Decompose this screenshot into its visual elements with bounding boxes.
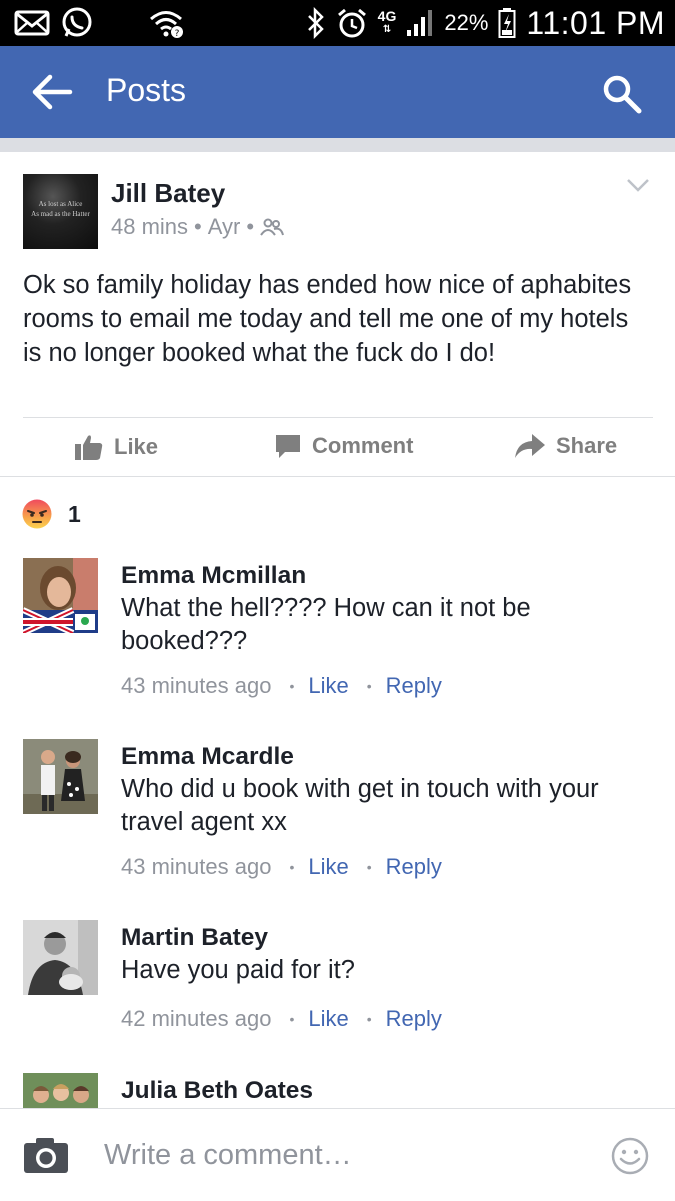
comment-composer xyxy=(0,1108,675,1201)
post-author-name[interactable]: Jill Batey xyxy=(111,178,225,209)
post-time[interactable]: 48 mins xyxy=(111,214,188,240)
comment-like-link[interactable]: Like xyxy=(308,673,348,699)
battery-percent: 22% xyxy=(444,10,489,35)
commenter-name[interactable]: Emma Mcmillan xyxy=(121,562,306,590)
comment-icon xyxy=(276,435,300,458)
post-actions: Like Comment Share xyxy=(0,418,675,476)
comment-time[interactable]: 43 minutes ago xyxy=(121,854,271,880)
status-bar: ? 4G ⇅ 22% 11:01 PM xyxy=(0,0,675,46)
divider xyxy=(0,476,675,477)
commenter-avatar[interactable] xyxy=(23,558,98,633)
comment-input[interactable] xyxy=(104,1135,574,1175)
signal-icon xyxy=(407,10,433,36)
comment-time[interactable]: 42 minutes ago xyxy=(121,1006,271,1032)
like-button[interactable]: Like xyxy=(74,432,158,462)
emoji-icon[interactable] xyxy=(610,1136,650,1176)
wifi-icon: ? xyxy=(150,11,183,38)
page-title: Posts xyxy=(106,72,187,108)
comment-meta: 42 minutes ago • Like • Reply xyxy=(121,1006,442,1032)
comment-meta: 43 minutes ago • Like • Reply xyxy=(121,673,442,699)
friends-icon xyxy=(260,218,285,236)
app-bar: Posts xyxy=(0,46,675,138)
comment-item: Emma Mcmillan What the hell???? How can … xyxy=(0,558,675,708)
battery-icon xyxy=(498,8,516,38)
commenter-avatar[interactable] xyxy=(23,1073,98,1108)
comment-item: Emma Mcardle Who did u book with get in … xyxy=(0,739,675,889)
post-location[interactable]: Ayr xyxy=(208,214,241,240)
back-arrow-icon[interactable] xyxy=(30,72,74,112)
commenter-name[interactable]: Julia Beth Oates xyxy=(121,1077,313,1105)
post-meta: 48 mins • Ayr • xyxy=(111,214,285,240)
share-arrow-icon xyxy=(515,434,545,458)
alarm-icon xyxy=(337,8,366,38)
comment-item: Julia Beth Oates xyxy=(0,1073,675,1108)
whatsapp-icon xyxy=(62,7,92,37)
comment-text: Have you paid for it? xyxy=(121,956,355,984)
comment-like-link[interactable]: Like xyxy=(308,854,348,880)
angry-reaction-icon xyxy=(22,499,52,529)
comment-item: Martin Batey Have you paid for it? 42 mi… xyxy=(0,920,675,1040)
reaction-count: 1 xyxy=(68,500,81,527)
svg-text:?: ? xyxy=(175,29,180,38)
comment-reply-link[interactable]: Reply xyxy=(386,1006,442,1032)
network-type: 4G ⇅ xyxy=(377,8,397,35)
commenter-name[interactable]: Emma Mcardle xyxy=(121,743,294,771)
comment-time[interactable]: 43 minutes ago xyxy=(121,673,271,699)
comment-text: What the hell???? How can it not be book… xyxy=(121,594,531,655)
share-button[interactable]: Share xyxy=(514,432,617,460)
camera-icon[interactable] xyxy=(22,1135,70,1175)
chevron-down-icon[interactable] xyxy=(626,176,650,194)
commenter-name[interactable]: Martin Batey xyxy=(121,924,268,952)
bluetooth-icon xyxy=(307,7,324,39)
post-body: Ok so family holiday has ended how nice … xyxy=(23,271,632,367)
thumbs-up-icon xyxy=(75,435,103,460)
comment-like-link[interactable]: Like xyxy=(308,1006,348,1032)
mail-icon xyxy=(14,10,50,36)
commenter-avatar[interactable] xyxy=(23,739,98,814)
comment-meta: 43 minutes ago • Like • Reply xyxy=(121,854,442,880)
comment-reply-link[interactable]: Reply xyxy=(386,673,442,699)
post-author-avatar[interactable]: As lost as Alice As mad as the Hatter xyxy=(23,174,98,249)
commenter-avatar[interactable] xyxy=(23,920,98,995)
search-icon[interactable] xyxy=(600,72,644,116)
comment-reply-link[interactable]: Reply xyxy=(386,854,442,880)
comment-text: Who did u book with get in touch with yo… xyxy=(121,775,599,836)
clock: 11:01 PM xyxy=(526,4,665,41)
reaction-summary[interactable]: 1 xyxy=(22,499,81,529)
separator-strip xyxy=(0,138,675,152)
